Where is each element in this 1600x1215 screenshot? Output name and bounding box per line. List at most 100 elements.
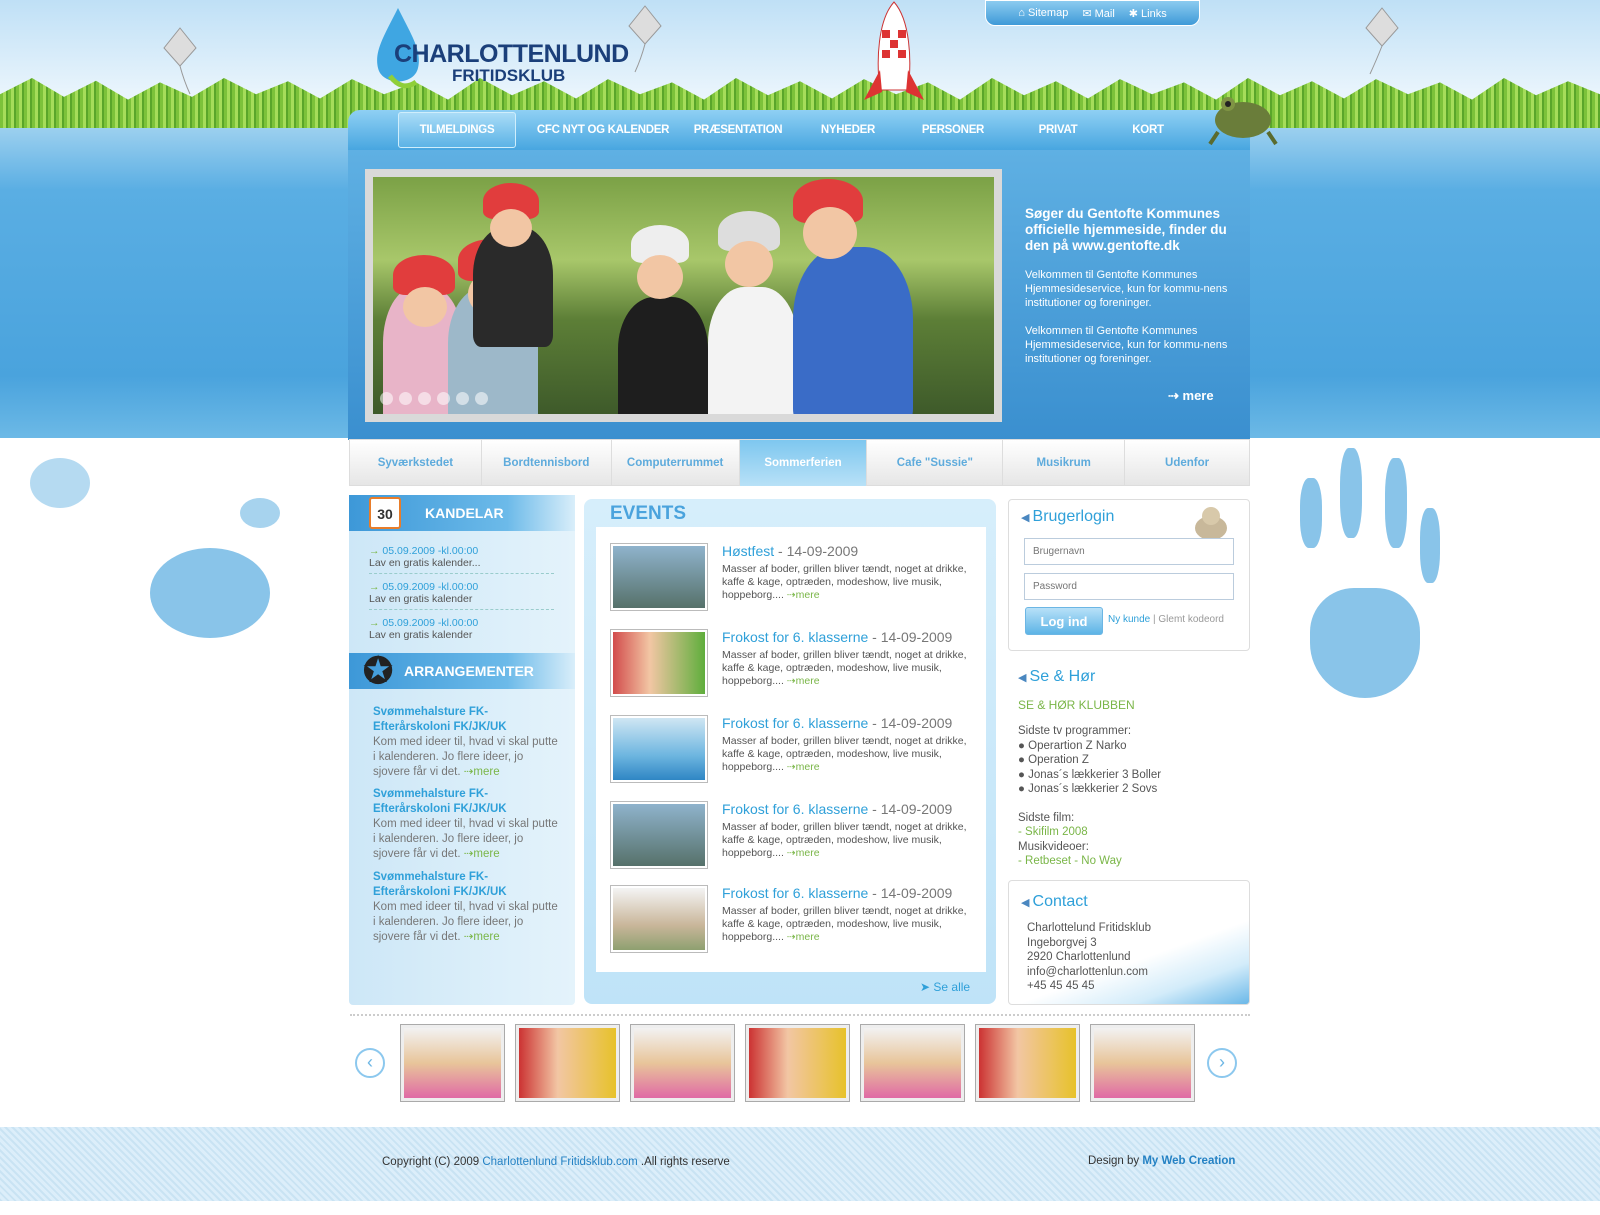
gallery-thumbnail[interactable] bbox=[1090, 1024, 1195, 1102]
nav-item-cfc-nyt[interactable]: CFC NYT OG KALENDER bbox=[533, 110, 673, 150]
tv-list-item[interactable]: ● Jonas´s lækkerier 3 Boller bbox=[1018, 768, 1248, 783]
tv-list-item[interactable]: ● Jonas´s lækkerier 2 Sovs bbox=[1018, 782, 1248, 797]
slide-dot[interactable] bbox=[456, 392, 469, 405]
event-description: Masser af boder, grillen bliver tændt, n… bbox=[722, 735, 967, 773]
event-thumbnail[interactable] bbox=[610, 715, 708, 783]
more-link[interactable]: ⇢mere bbox=[784, 847, 820, 859]
contact-line: Ingeborgvej 3 bbox=[1027, 936, 1097, 949]
designer-link[interactable]: My Web Creation bbox=[1142, 1155, 1235, 1167]
more-link[interactable]: ⇢mere bbox=[464, 766, 500, 778]
calendar-entry[interactable]: 05.09.2009 -kl.00:00Lav en gratis kalend… bbox=[369, 581, 554, 610]
more-link[interactable]: ⇢mere bbox=[784, 931, 820, 943]
mail-link[interactable]: ✉ Mail bbox=[1082, 7, 1114, 20]
contact-email[interactable]: info@charlottenlun.com bbox=[1027, 965, 1151, 980]
gallery-thumbnail[interactable] bbox=[630, 1024, 735, 1102]
gallery-prev-button[interactable]: ‹ bbox=[355, 1048, 385, 1078]
see-all-link[interactable]: ➤ Se alle bbox=[920, 980, 970, 994]
gallery-thumbnail[interactable] bbox=[745, 1024, 850, 1102]
film-link[interactable]: - Skifilm 2008 bbox=[1018, 825, 1248, 840]
gallery-next-button[interactable]: › bbox=[1207, 1048, 1237, 1078]
tv-list-item[interactable]: ● Operartion Z Narko bbox=[1018, 739, 1248, 754]
copyright: Copyright (C) 2009 Charlottenlund Fritid… bbox=[382, 1156, 730, 1168]
top-links-bar: ⌂ Sitemap ✉ Mail ✱ Links bbox=[985, 0, 1200, 26]
site-logo[interactable]: CHARLOTTENLUND FRITIDSKLUB bbox=[372, 6, 629, 100]
contact-line: Charlottelund Fritidsklub bbox=[1027, 922, 1152, 934]
event-thumbnail[interactable] bbox=[610, 885, 708, 953]
tab-musikrum[interactable]: Musikrum bbox=[1003, 440, 1126, 486]
contact-phone: +45 45 45 45 bbox=[1027, 980, 1095, 992]
gallery-thumbnail[interactable] bbox=[400, 1024, 505, 1102]
chevron-left-icon: ‹ bbox=[367, 1052, 373, 1072]
arrangement-title[interactable]: Svømmehalsture FK-Efterårskoloni FK/JK/U… bbox=[373, 787, 563, 817]
event-title[interactable]: Frokost for 6. klasserne - 14-09-2009 bbox=[722, 885, 952, 901]
nav-item-personer[interactable]: PERSONER bbox=[903, 110, 1003, 150]
nav-item-kort[interactable]: KORT bbox=[1113, 110, 1183, 150]
music-link[interactable]: - Retbeset bbox=[1018, 855, 1071, 867]
event-item: Frokost for 6. klasserne - 14-09-2009 Ma… bbox=[610, 629, 980, 699]
event-title[interactable]: Høstfest - 14-09-2009 bbox=[722, 543, 858, 559]
username-input[interactable] bbox=[1024, 538, 1234, 565]
login-links: Ny kunde | Glemt kodeord bbox=[1108, 614, 1224, 625]
arrangement-title[interactable]: Svømmehalsture FK-Efterårskoloni FK/JK/U… bbox=[373, 705, 563, 735]
left-sidebar: 30 KANDELAR 05.09.2009 -kl.00:00Lav en g… bbox=[349, 495, 575, 1005]
sitemap-link[interactable]: ⌂ Sitemap bbox=[1018, 7, 1068, 19]
event-description: Masser af boder, grillen bliver tændt, n… bbox=[722, 821, 967, 859]
tab-computerrummet[interactable]: Computerrummet bbox=[612, 440, 740, 486]
event-thumbnail[interactable] bbox=[610, 629, 708, 697]
nav-item-privat[interactable]: PRIVAT bbox=[1018, 110, 1098, 150]
more-link[interactable]: ⇢mere bbox=[784, 675, 820, 687]
room-tabs: Syværkstedet Bordtennisbord Computerrumm… bbox=[349, 439, 1250, 486]
nav-item-praesentation[interactable]: PRÆSENTATION bbox=[678, 110, 798, 150]
event-item: Frokost for 6. klasserne - 14-09-2009 Ma… bbox=[610, 715, 980, 785]
links-link[interactable]: ✱ Links bbox=[1129, 7, 1167, 20]
tab-sommerferien[interactable]: Sommerferien bbox=[739, 440, 868, 486]
kalendar-header: 30 KANDELAR bbox=[349, 495, 575, 531]
tab-cafe-sussie[interactable]: Cafe "Sussie" bbox=[867, 440, 1004, 486]
arrangement-item: Svømmehalsture FK-Efterårskoloni FK/JK/U… bbox=[373, 870, 563, 945]
tab-syvaerkstedet[interactable]: Syværkstedet bbox=[350, 440, 482, 486]
arrangementer-title: ARRANGEMENTER bbox=[404, 663, 534, 679]
kite-decoration bbox=[163, 27, 197, 95]
event-item: Frokost for 6. klasserne - 14-09-2009 Ma… bbox=[610, 801, 980, 871]
gallery-thumbnail[interactable] bbox=[515, 1024, 620, 1102]
nav-item-tilmeldings-sedler[interactable]: TILMELDINGS SEDLER bbox=[398, 112, 516, 170]
slide-dot[interactable] bbox=[475, 392, 488, 405]
password-input[interactable] bbox=[1024, 573, 1234, 600]
gallery-thumbnail[interactable] bbox=[975, 1024, 1080, 1102]
event-thumbnail[interactable] bbox=[610, 543, 708, 611]
arrangementer-header: ✪ ARRANGEMENTER bbox=[349, 651, 575, 691]
hero-heading: Søger du Gentofte Kommunes officielle hj… bbox=[1025, 206, 1227, 253]
login-button[interactable]: Log ind bbox=[1025, 607, 1103, 635]
arrangement-title[interactable]: Svømmehalsture FK-Efterårskoloni FK/JK/U… bbox=[373, 870, 563, 900]
tv-list-item[interactable]: ● Operation Z bbox=[1018, 753, 1248, 768]
nav-item-nyheder[interactable]: NYHEDER bbox=[808, 110, 888, 150]
slide-dot[interactable] bbox=[399, 392, 412, 405]
slide-dot[interactable] bbox=[418, 392, 431, 405]
more-link[interactable]: ⇢mere bbox=[464, 848, 500, 860]
event-thumbnail[interactable] bbox=[610, 801, 708, 869]
gallery-thumbnail[interactable] bbox=[860, 1024, 965, 1102]
more-link[interactable]: ⇢mere bbox=[784, 589, 820, 601]
mascot-icon bbox=[1195, 507, 1227, 540]
more-link[interactable]: ⇢mere bbox=[464, 931, 500, 943]
more-link[interactable]: ⇢mere bbox=[784, 761, 820, 773]
club-link[interactable]: SE & HØR KLUBBEN bbox=[1018, 698, 1248, 713]
site-link[interactable]: Charlottenlund Fritidsklub.com bbox=[482, 1156, 637, 1168]
event-title[interactable]: Frokost for 6. klasserne - 14-09-2009 bbox=[722, 629, 952, 645]
tab-udenfor[interactable]: Udenfor bbox=[1125, 440, 1249, 486]
new-customer-link[interactable]: Ny kunde bbox=[1108, 614, 1150, 625]
frog-decoration bbox=[1208, 97, 1278, 146]
arrow-icon: ➤ bbox=[920, 980, 934, 994]
event-title[interactable]: Frokost for 6. klasserne - 14-09-2009 bbox=[722, 715, 952, 731]
hero-more-link[interactable]: ⇢ mere bbox=[1168, 388, 1214, 404]
tab-bordtennisbord[interactable]: Bordtennisbord bbox=[482, 440, 612, 486]
slide-dot[interactable] bbox=[437, 392, 450, 405]
calendar-entry[interactable]: 05.09.2009 -kl.00:00Lav en gratis kalend… bbox=[369, 545, 554, 574]
calendar-entry[interactable]: 05.09.2009 -kl.00:00Lav en gratis kalend… bbox=[369, 617, 554, 645]
hero-paragraph: Velkommen til Gentofte Kommunes Hjemmesi… bbox=[1025, 269, 1228, 309]
main-nav: TILMELDINGS SEDLER CFC NYT OG KALENDER P… bbox=[348, 110, 1250, 170]
event-title[interactable]: Frokost for 6. klasserne - 14-09-2009 bbox=[722, 801, 952, 817]
kite-decoration bbox=[1365, 7, 1399, 75]
slide-dot[interactable] bbox=[380, 392, 393, 405]
forgot-password-link[interactable]: Glemt kodeord bbox=[1158, 614, 1224, 625]
